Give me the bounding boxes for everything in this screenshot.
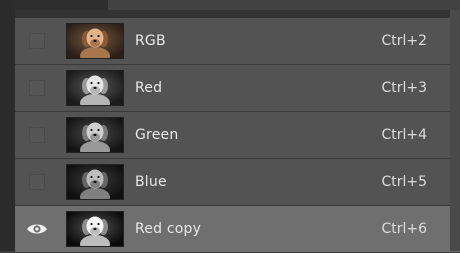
top-bar-tab-area	[108, 0, 460, 10]
top-bar	[0, 0, 460, 10]
channel-row-green[interactable]: Green Ctrl+4	[15, 112, 460, 159]
channel-label: Blue	[135, 174, 167, 190]
channel-shortcut: Ctrl+4	[381, 127, 427, 143]
channel-row-blue[interactable]: Blue Ctrl+5	[15, 159, 460, 206]
visibility-toggle[interactable]	[19, 73, 55, 103]
visibility-toggle[interactable]	[19, 120, 55, 150]
channel-shortcut: Ctrl+5	[381, 174, 427, 190]
channel-label: Red	[135, 80, 163, 96]
left-gutter	[0, 0, 14, 251]
channel-label: Red copy	[135, 221, 202, 237]
panel-header-strip	[15, 10, 460, 18]
channel-shortcut: Ctrl+3	[381, 80, 427, 96]
visibility-box-icon[interactable]	[29, 80, 45, 96]
channel-thumbnail	[66, 164, 124, 200]
channel-label: Green	[135, 127, 179, 143]
channel-shortcut: Ctrl+2	[381, 33, 427, 49]
visibility-box-icon[interactable]	[29, 174, 45, 190]
channels-list: RGB Ctrl+2 Red Ctrl+3 Green Ctrl+4 Blue …	[15, 18, 460, 253]
visibility-box-icon[interactable]	[29, 33, 45, 49]
visibility-toggle[interactable]	[19, 26, 55, 56]
visibility-box-icon[interactable]	[29, 127, 45, 143]
channels-panel: RGB Ctrl+2 Red Ctrl+3 Green Ctrl+4 Blue …	[14, 10, 460, 253]
channel-thumbnail	[66, 23, 124, 59]
visibility-toggle[interactable]	[19, 167, 55, 197]
channel-shortcut: Ctrl+6	[381, 221, 427, 237]
channel-thumbnail	[66, 70, 124, 106]
panel-scrollbar[interactable]	[450, 10, 460, 251]
visibility-toggle[interactable]	[19, 214, 55, 244]
channel-thumbnail	[66, 211, 124, 247]
channel-thumbnail	[66, 117, 124, 153]
channel-row-red-copy[interactable]: Red copy Ctrl+6	[15, 206, 460, 253]
channel-label: RGB	[135, 33, 166, 49]
eye-icon[interactable]	[26, 222, 48, 236]
channel-row-rgb[interactable]: RGB Ctrl+2	[15, 18, 460, 65]
channel-row-red[interactable]: Red Ctrl+3	[15, 65, 460, 112]
